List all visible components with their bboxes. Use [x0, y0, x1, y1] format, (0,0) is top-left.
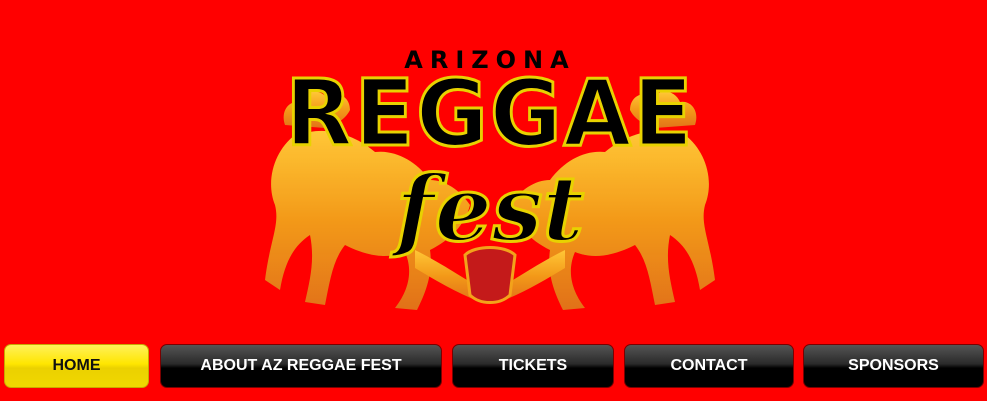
nav-tickets[interactable]: TICKETS	[452, 344, 614, 388]
nav-contact[interactable]: CONTACT	[624, 344, 794, 388]
nav-home-label: HOME	[52, 357, 101, 374]
nav-sponsors-label: SPONSORS	[848, 357, 939, 374]
festival-logo[interactable]: ARIZONA REGGAE fest	[255, 40, 725, 330]
nav-sponsors[interactable]: SPONSORS	[803, 344, 984, 388]
nav-tickets-label: TICKETS	[498, 357, 568, 374]
nav-about-label: ABOUT AZ REGGAE FEST	[200, 357, 402, 374]
page: ARIZONA REGGAE fest HOME ABOUT AZ REGGAE…	[0, 0, 987, 401]
nav-home[interactable]: HOME	[4, 344, 149, 388]
nav-contact-label: CONTACT	[670, 357, 748, 374]
logo-script-text: fest	[394, 156, 585, 262]
nav-about[interactable]: ABOUT AZ REGGAE FEST	[160, 344, 442, 388]
logo-main-text: REGGAE	[284, 60, 695, 167]
main-navigation: HOME ABOUT AZ REGGAE FEST TICKETS CONTAC…	[0, 344, 987, 390]
